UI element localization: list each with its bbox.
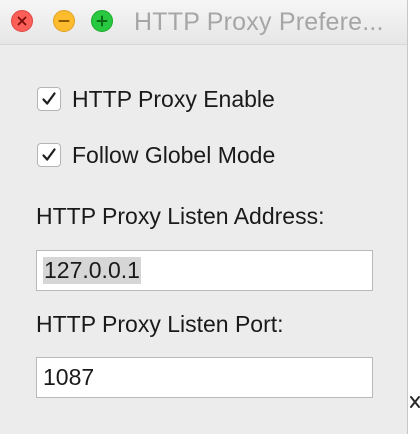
- checkmark-icon: [42, 148, 56, 161]
- follow-global-mode-option[interactable]: Follow Globel Mode: [37, 141, 275, 169]
- title-bar[interactable]: HTTP Proxy Prefere...: [0, 0, 407, 45]
- http-proxy-enable-checkbox[interactable]: [37, 87, 61, 111]
- window-title: HTTP Proxy Prefere...: [134, 8, 384, 36]
- close-button[interactable]: [11, 10, 33, 32]
- minimize-button[interactable]: [53, 10, 75, 32]
- listen-port-label: HTTP Proxy Listen Port:: [36, 311, 284, 337]
- background-close-icon: [410, 395, 420, 409]
- follow-global-mode-checkbox[interactable]: [37, 143, 61, 167]
- listen-address-value: 127.0.0.1: [43, 257, 141, 284]
- http-proxy-enable-label: HTTP Proxy Enable: [72, 85, 275, 112]
- listen-port-value: 1087: [43, 364, 95, 390]
- follow-global-mode-label: Follow Globel Mode: [72, 141, 276, 168]
- maximize-icon: [96, 15, 108, 27]
- maximize-button[interactable]: [91, 10, 113, 32]
- listen-address-label: HTTP Proxy Listen Address:: [36, 203, 325, 229]
- listen-port-input[interactable]: 1087: [36, 357, 373, 398]
- minimize-icon: [58, 20, 70, 22]
- close-icon: [17, 16, 27, 26]
- checkmark-icon: [42, 92, 56, 105]
- preferences-window: HTTP Proxy Prefere... HTTP Proxy Enable …: [0, 0, 408, 434]
- listen-address-input[interactable]: 127.0.0.1: [36, 250, 373, 291]
- http-proxy-enable-option[interactable]: HTTP Proxy Enable: [37, 85, 275, 113]
